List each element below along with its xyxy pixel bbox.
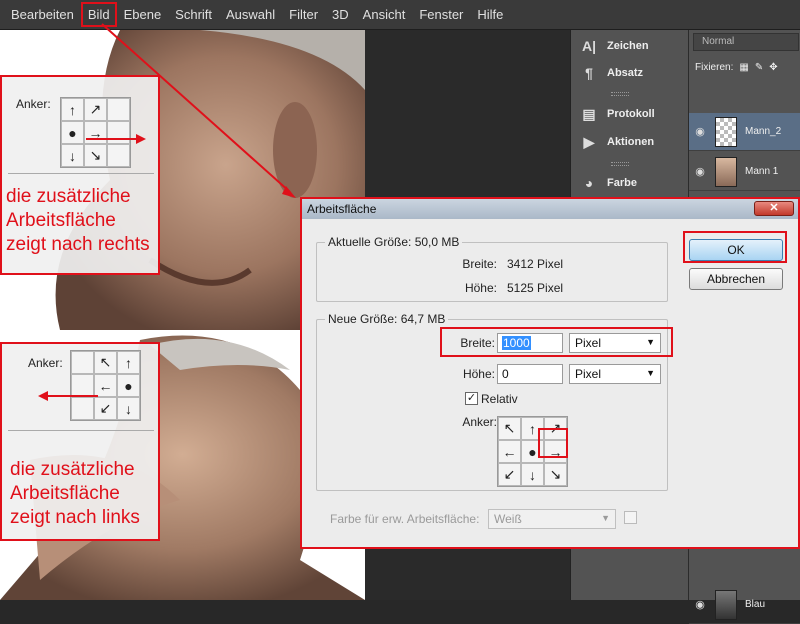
dropdown-arrow-icon: ▼ bbox=[601, 513, 610, 523]
arrow-down-right-icon: ↘ bbox=[84, 144, 107, 167]
extension-color-label: Farbe für erw. Arbeitsfläche: bbox=[330, 512, 480, 526]
arrow-up-right-icon: ↗ bbox=[84, 98, 107, 121]
red-arrow-right-icon bbox=[86, 134, 146, 144]
anchor-right-highlight-box bbox=[538, 428, 568, 458]
annotation-bottom-anker-label: Anker: bbox=[28, 356, 63, 370]
current-size-title: Aktuelle Größe: 50,0 MB bbox=[325, 235, 463, 249]
lock-brush-icon[interactable]: ✎ bbox=[755, 62, 763, 73]
annotation-top-text: die zusätzliche Arbeitsfläche zeigt nach… bbox=[6, 186, 150, 255]
anchor-dot-icon: ● bbox=[528, 443, 537, 460]
anchor-cell-top-left[interactable]: ↖ bbox=[498, 417, 521, 440]
play-icon: ▶ bbox=[583, 133, 595, 150]
menu-3d[interactable]: 3D bbox=[326, 3, 355, 26]
panel-grip[interactable] bbox=[611, 162, 629, 166]
lock-row: Fixieren: ▦ ✎ ✥ bbox=[695, 62, 778, 73]
annotation-bottom-text: die zusätzliche Arbeitsfläche zeigt nach… bbox=[10, 459, 140, 528]
arrow-up-left-icon: ↖ bbox=[94, 351, 117, 374]
palette-icon: ◕ bbox=[584, 175, 594, 191]
menu-bearbeiten[interactable]: Bearbeiten bbox=[5, 3, 80, 26]
lock-move-icon[interactable]: ✥ bbox=[769, 62, 777, 73]
current-size-group: Aktuelle Größe: 50,0 MB Breite: 3412 Pix… bbox=[316, 235, 668, 302]
layer-thumbnail bbox=[715, 156, 737, 187]
anchor-cell-bottom[interactable]: ↓ bbox=[521, 463, 544, 486]
dialog-title-bar[interactable]: Arbeitsfläche ✕ bbox=[302, 199, 798, 219]
relative-label[interactable]: Relativ bbox=[481, 392, 518, 406]
red-arrow-left-icon bbox=[38, 391, 98, 401]
close-icon: ✕ bbox=[769, 202, 779, 214]
height-unit-select[interactable]: Pixel ▼ bbox=[569, 364, 661, 384]
menu-bild[interactable]: Bild bbox=[80, 2, 117, 27]
current-width-label: Breite: bbox=[462, 257, 497, 271]
layer-thumbnail bbox=[715, 116, 737, 147]
arrow-up-icon: ↑ bbox=[61, 98, 84, 121]
arrow-down-icon: ↓ bbox=[529, 466, 536, 483]
menu-ansicht[interactable]: Ansicht bbox=[357, 3, 412, 26]
anchor-grid-example-left: ↖ ↑ ← ● ↙ ↓ bbox=[70, 350, 141, 421]
arrow-left-icon: ← bbox=[502, 443, 517, 460]
dialog-title: Arbeitsfläche bbox=[307, 202, 377, 216]
menu-bar: Bearbeiten Bild Ebene Schrift Auswahl Fi… bbox=[0, 0, 800, 30]
current-width-value: 3412 Pixel bbox=[507, 257, 564, 271]
anchor-dot-icon: ● bbox=[61, 121, 84, 144]
panel-zeichen[interactable]: A| Zeichen bbox=[579, 33, 684, 59]
current-height-label: Höhe: bbox=[464, 281, 497, 295]
arrow-down-icon: ↓ bbox=[61, 144, 84, 167]
current-height-value: 5125 Pixel bbox=[507, 281, 564, 295]
paragraph-icon: ¶ bbox=[585, 65, 593, 81]
lock-transparency-icon[interactable]: ▦ bbox=[739, 62, 748, 73]
layer-row[interactable]: ◉ Mann_2 bbox=[689, 113, 800, 151]
arrow-down-icon: ↓ bbox=[117, 397, 140, 420]
character-panel-icon: A| bbox=[581, 38, 597, 54]
anchor-label: Anker: bbox=[462, 415, 497, 429]
annotation-top-anker-label: Anker: bbox=[16, 97, 51, 111]
menu-auswahl[interactable]: Auswahl bbox=[220, 3, 281, 26]
new-height-label: Höhe: bbox=[462, 367, 495, 381]
menu-filter[interactable]: Filter bbox=[283, 3, 324, 26]
blend-mode-select[interactable]: Normal bbox=[693, 33, 799, 51]
arrow-up-icon: ↑ bbox=[529, 420, 536, 437]
arrow-up-icon: ↑ bbox=[117, 351, 140, 374]
layer-row[interactable]: ◉ Blau bbox=[689, 586, 800, 624]
menu-ebene[interactable]: Ebene bbox=[118, 3, 168, 26]
menu-schrift[interactable]: Schrift bbox=[169, 3, 218, 26]
width-row-highlight-box bbox=[440, 327, 673, 357]
anchor-cell-left[interactable]: ← bbox=[498, 440, 521, 463]
ok-highlight-box bbox=[683, 231, 787, 263]
menu-hilfe[interactable]: Hilfe bbox=[471, 3, 509, 26]
annotation-top: Anker: ↑ ↗ ● → ↓ ↘ die zusätzliche Arbei… bbox=[0, 75, 160, 275]
dropdown-arrow-icon: ▼ bbox=[646, 368, 655, 378]
history-icon: ▤ bbox=[582, 105, 596, 122]
checkmark-icon: ✓ bbox=[466, 392, 477, 404]
arrow-down-left-icon: ↙ bbox=[503, 466, 516, 482]
layer-thumbnail bbox=[715, 589, 737, 620]
eye-icon[interactable]: ◉ bbox=[689, 125, 711, 138]
annotation-bottom: Anker: ↖ ↑ ← ● ↙ ↓ die zusätzliche Arbei… bbox=[0, 342, 160, 541]
extension-color-swatch[interactable] bbox=[624, 511, 637, 524]
panel-farbe[interactable]: ◕ Farbe bbox=[579, 170, 684, 196]
panel-absatz[interactable]: ¶ Absatz bbox=[579, 60, 684, 86]
relative-checkbox[interactable]: ✓ bbox=[465, 392, 478, 405]
panel-grip[interactable] bbox=[611, 92, 629, 96]
cancel-button[interactable]: Abbrechen bbox=[689, 268, 783, 290]
eye-icon[interactable]: ◉ bbox=[689, 165, 711, 178]
new-size-title: Neue Größe: 64,7 MB bbox=[325, 312, 449, 326]
extension-color-select[interactable]: Weiß ▼ bbox=[488, 509, 616, 529]
panel-protokoll[interactable]: ▤ Protokoll bbox=[579, 101, 684, 127]
anchor-dot-icon: ● bbox=[117, 374, 140, 397]
menu-fenster[interactable]: Fenster bbox=[413, 3, 469, 26]
close-button[interactable]: ✕ bbox=[754, 201, 794, 216]
arrow-up-left-icon: ↖ bbox=[503, 420, 516, 436]
panel-aktionen[interactable]: ▶ Aktionen bbox=[579, 129, 684, 155]
arrow-down-right-icon: ↘ bbox=[549, 466, 562, 482]
height-input[interactable]: 0 bbox=[497, 364, 563, 384]
layer-row[interactable]: ◉ Mann 1 bbox=[689, 153, 800, 191]
anchor-cell-bottom-right[interactable]: ↘ bbox=[544, 463, 567, 486]
anchor-cell-bottom-left[interactable]: ↙ bbox=[498, 463, 521, 486]
